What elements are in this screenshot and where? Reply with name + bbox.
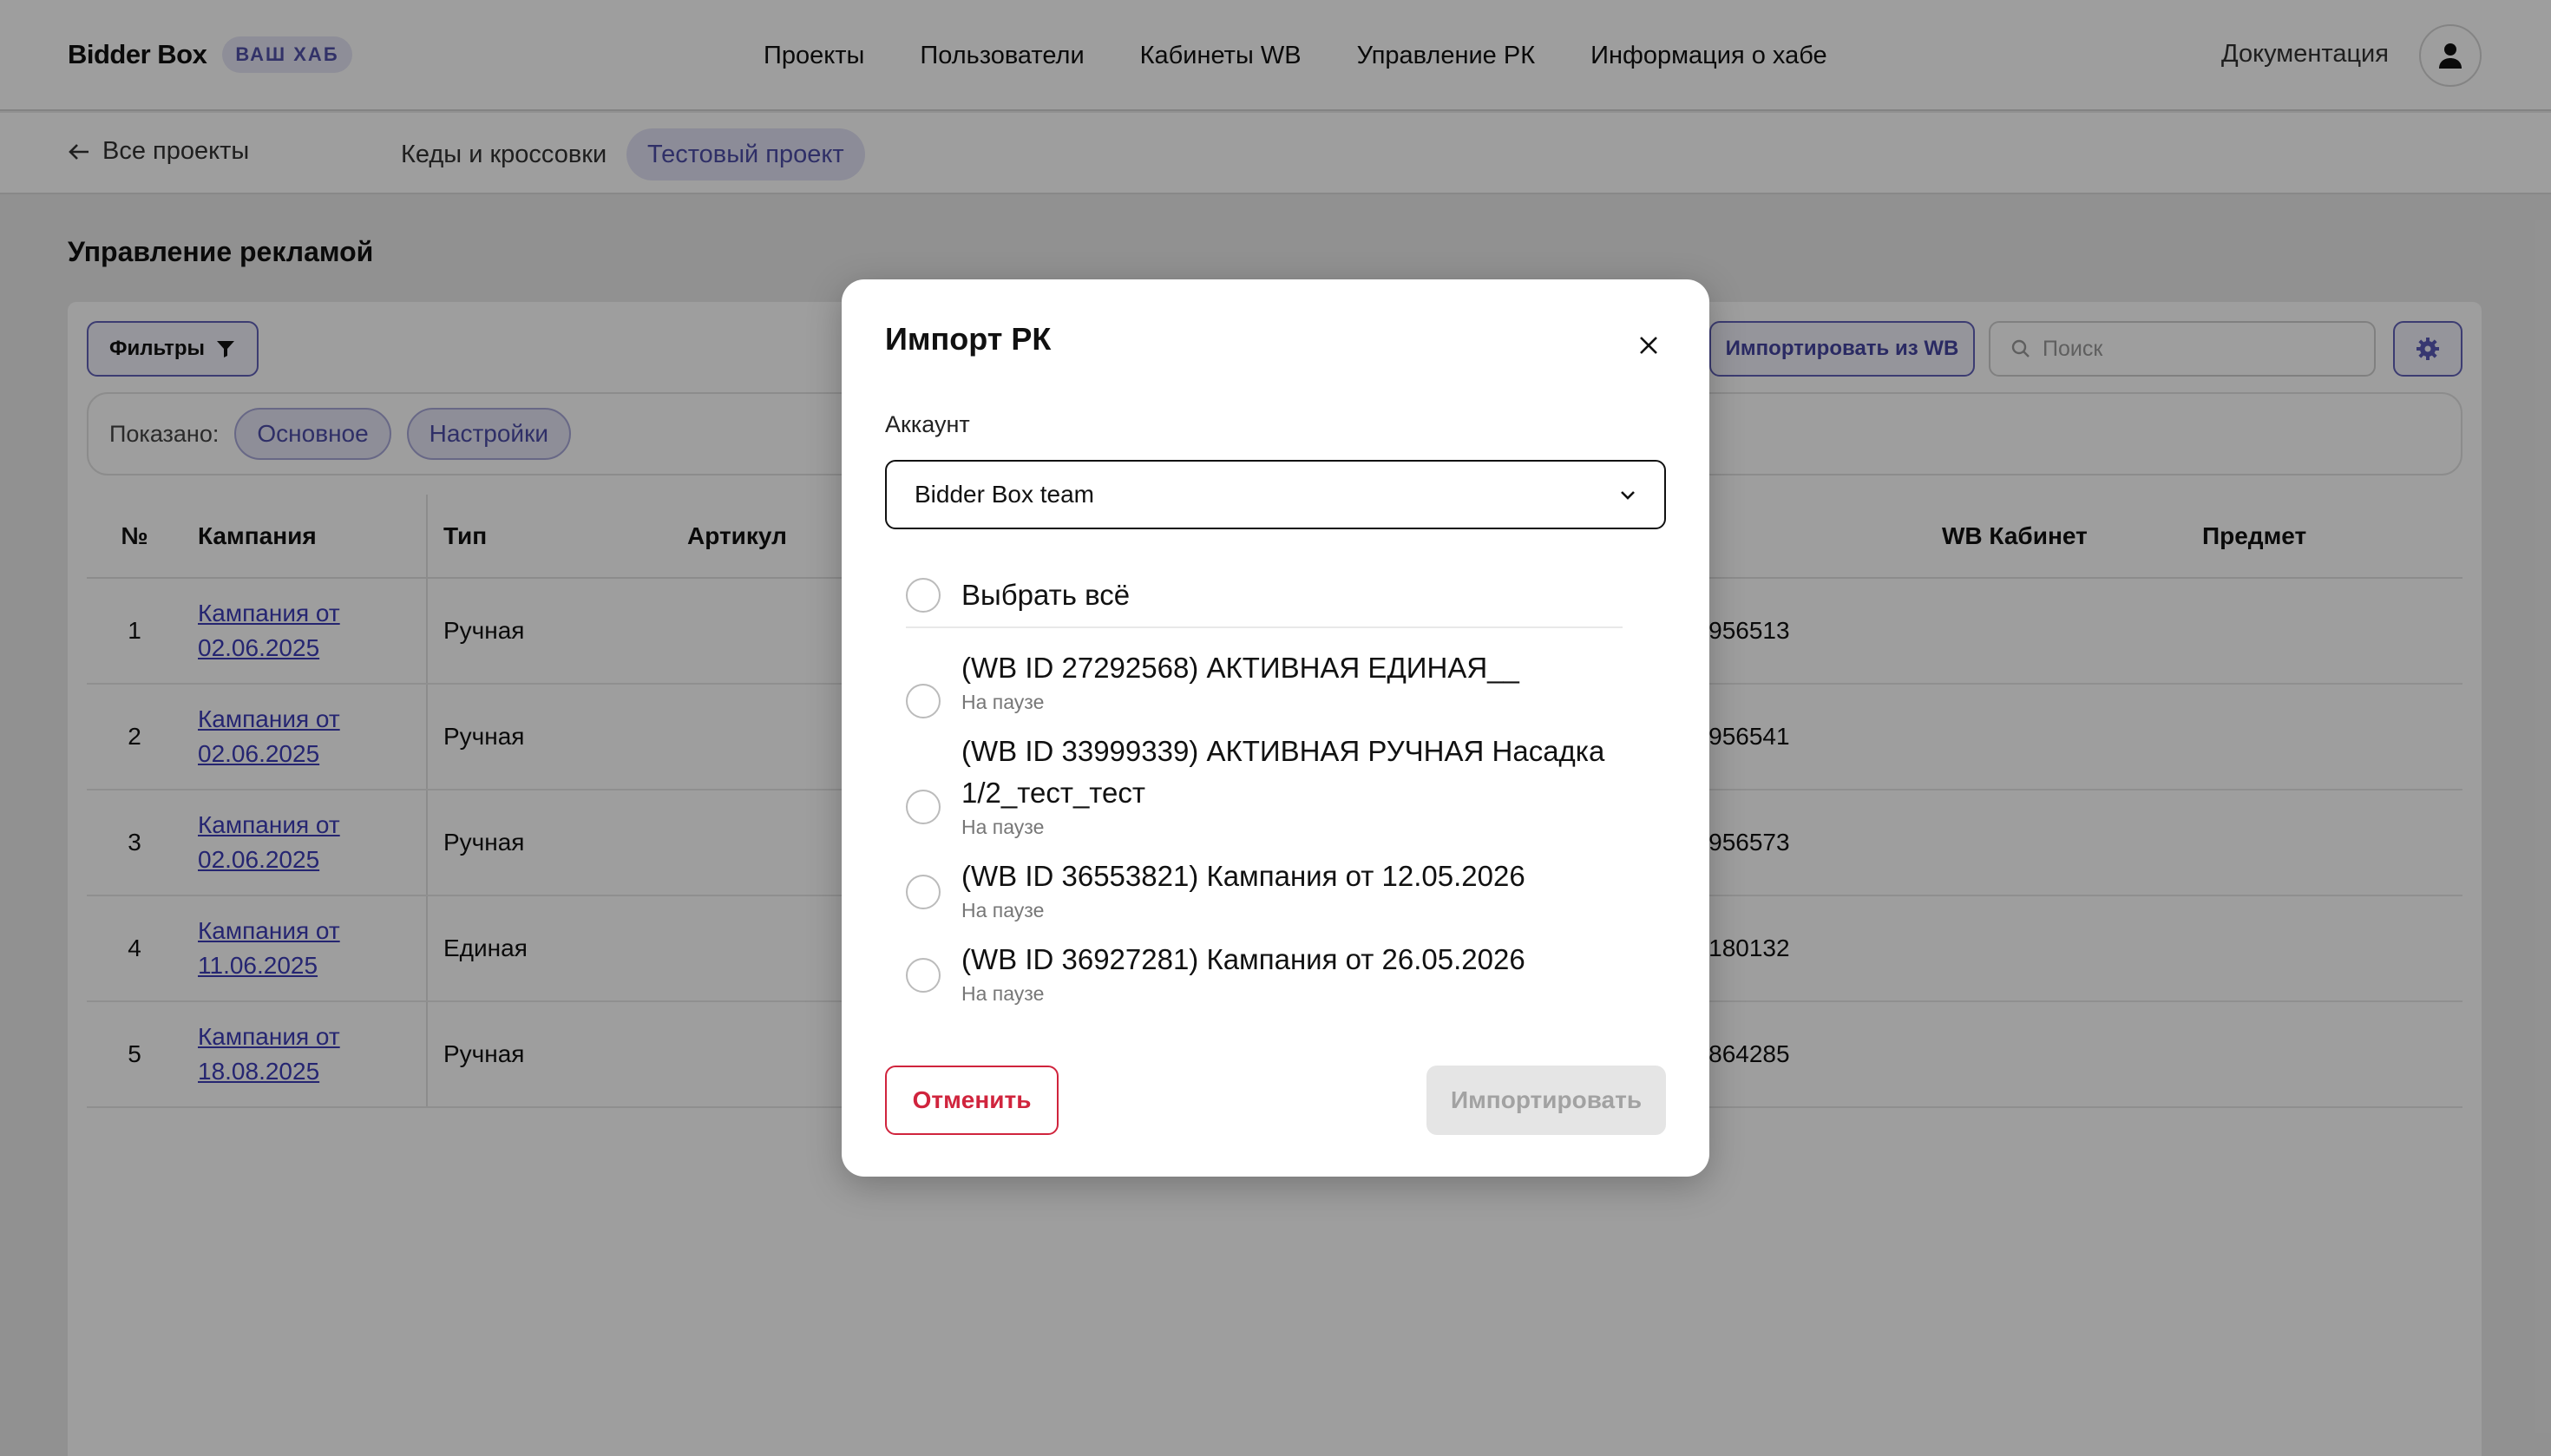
campaign-option-title: (WB ID 36553821) Кампания от 12.05.2026	[961, 860, 1525, 892]
campaign-option-status: На паузе	[961, 899, 1045, 921]
account-label: Аккаунт	[885, 411, 970, 437]
campaign-option[interactable]: (WB ID 36927281) Кампания от 26.05.2026 …	[906, 939, 1525, 1006]
campaign-option-status: На паузе	[961, 816, 1045, 838]
account-value: Bidder Box team	[915, 481, 1094, 508]
close-button[interactable]	[1631, 328, 1666, 363]
modal-title: Импорт РК	[885, 321, 1052, 357]
close-icon	[1640, 337, 1657, 354]
campaign-option-status: На паузе	[961, 982, 1045, 1005]
select-all-row[interactable]: Выбрать всё	[906, 574, 1130, 616]
campaign-checkbox[interactable]	[906, 875, 941, 909]
import-campaigns-modal: Импорт РК Аккаунт Bidder Box team Выбрат…	[842, 279, 1709, 1177]
campaign-option[interactable]: (WB ID 33999339) АКТИВНАЯ РУЧНАЯ Насадка…	[906, 731, 1621, 839]
campaign-checkbox[interactable]	[906, 790, 941, 824]
chevron-down-icon	[1621, 491, 1635, 500]
divider	[906, 626, 1623, 628]
campaign-option-status: На паузе	[961, 691, 1045, 713]
campaign-checkbox[interactable]	[906, 684, 941, 718]
campaign-checkbox[interactable]	[906, 958, 941, 993]
campaign-option-title: (WB ID 27292568) АКТИВНАЯ ЕДИНАЯ__	[961, 652, 1519, 684]
account-select[interactable]: Bidder Box team	[885, 460, 1666, 529]
cancel-button[interactable]: Отменить	[885, 1066, 1059, 1135]
select-all-checkbox[interactable]	[906, 578, 941, 613]
import-button[interactable]: Импортировать	[1426, 1066, 1666, 1135]
campaign-option[interactable]: (WB ID 27292568) АКТИВНАЯ ЕДИНАЯ__ На па…	[906, 647, 1519, 718]
select-all-label: Выбрать всё	[961, 579, 1131, 611]
campaign-option-title: (WB ID 33999339) АКТИВНАЯ РУЧНАЯ Насадка…	[961, 735, 1605, 809]
campaign-option-title: (WB ID 36927281) Кампания от 26.05.2026	[961, 943, 1525, 975]
campaign-option[interactable]: (WB ID 36553821) Кампания от 12.05.2026 …	[906, 856, 1525, 922]
